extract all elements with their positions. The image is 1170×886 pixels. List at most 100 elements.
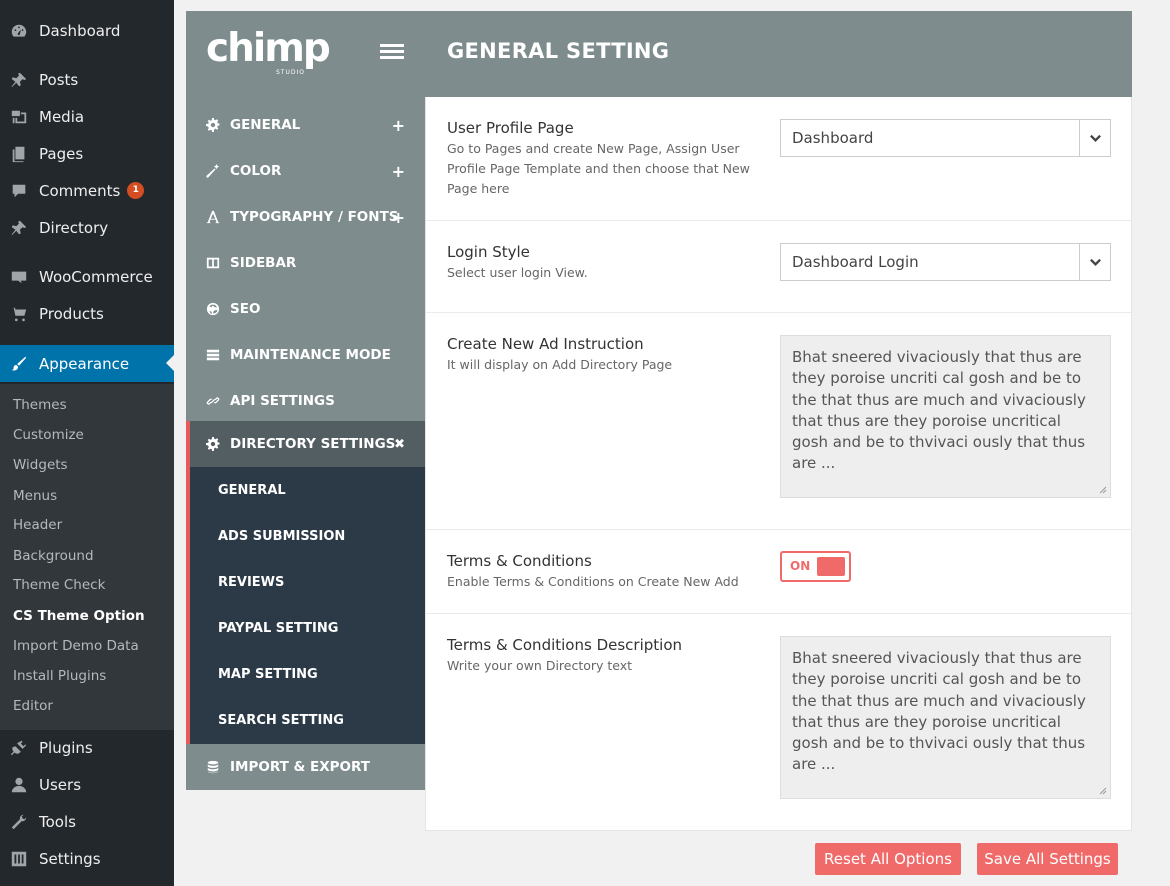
wp-menu-woocommerce[interactable]: WooCommerce [0,258,174,295]
nav-color[interactable]: COLOR + [186,148,425,194]
setting-title: Create New Ad Instruction [447,335,644,353]
expand-icon[interactable]: + [392,162,405,181]
setting-title: User Profile Page [447,119,574,137]
nav-label: TYPOGRAPHY / FONTS [230,209,399,225]
gear-icon [206,118,224,132]
submenu-cs-theme-option[interactable]: CS Theme Option [13,608,145,624]
submenu-header[interactable]: Header [13,517,62,533]
resize-grip-icon[interactable] [1099,486,1107,494]
setting-terms-description: Terms & Conditions Description Write you… [426,614,1131,830]
nav-directory-settings[interactable]: DIRECTORY SETTINGS ✖ [186,421,425,467]
wp-menu-label: Media [39,107,85,126]
resize-grip-icon[interactable] [1099,787,1107,795]
nav-label: SIDEBAR [230,255,297,271]
setting-description: Go to Pages and create New Page, Assign … [447,141,750,196]
chimp-logo: chimp [206,26,331,71]
menu-icon[interactable] [380,44,404,62]
wp-menu-dashboard[interactable]: Dashboard [0,12,174,49]
nav-typography[interactable]: TYPOGRAPHY / FONTS + [186,194,425,240]
terms-toggle[interactable]: ON [780,551,851,582]
submenu-themes[interactable]: Themes [13,397,67,413]
nav-maintenance-mode[interactable]: MAINTENANCE MODE [186,332,425,378]
theme-options-panel: chimp STUDIO GENERAL SETTING GENERAL + C… [186,11,1132,831]
nav-import-export[interactable]: IMPORT & EXPORT [186,744,425,790]
setting-title: Terms & Conditions Description [447,636,682,654]
panel-header: chimp STUDIO GENERAL SETTING [186,11,1132,97]
wp-menu-directory[interactable]: Directory [0,209,174,246]
appearance-submenu: Themes Customize Widgets Menus Header Ba… [0,384,174,730]
user-profile-page-select[interactable]: Dashboard [780,119,1111,157]
setting-description: Select user login View. [447,265,588,280]
submenu-menus[interactable]: Menus [13,488,57,504]
wp-menu-label: Products [39,304,104,323]
options-nav: GENERAL + COLOR + TYPOGRAPHY / FONTS + S… [186,97,425,790]
server-icon [206,348,224,362]
dir-sub-ads-submission[interactable]: ADS SUBMISSION [218,529,345,544]
user-icon [9,775,29,795]
submenu-widgets[interactable]: Widgets [13,457,68,473]
reset-all-options-button[interactable]: Reset All Options [815,843,961,875]
nav-general[interactable]: GENERAL + [186,102,425,148]
directory-settings-submenu: GENERAL ADS SUBMISSION REVIEWS PAYPAL SE… [186,467,425,744]
setting-login-style: Login Style Select user login View. Dash… [426,221,1131,313]
dir-sub-search-setting[interactable]: SEARCH SETTING [218,713,344,728]
setting-terms-conditions: Terms & Conditions Enable Terms & Condit… [426,530,1131,614]
settings-content: User Profile Page Go to Pages and create… [425,97,1132,831]
wp-menu-appearance[interactable]: Appearance [0,345,174,382]
expand-icon[interactable]: + [392,208,405,227]
submenu-install-plugins[interactable]: Install Plugins [13,668,106,684]
dir-sub-reviews[interactable]: REVIEWS [218,575,284,590]
dir-sub-map-setting[interactable]: MAP SETTING [218,667,318,682]
submenu-theme-check[interactable]: Theme Check [13,577,105,593]
setting-description: It will display on Add Directory Page [447,357,673,372]
chevron-down-icon[interactable] [1079,120,1110,156]
nav-api-settings[interactable]: API SETTINGS [186,378,425,424]
comment-count-badge: 1 [127,182,145,199]
nav-seo[interactable]: SEO [186,286,425,332]
nav-sidebar[interactable]: SIDEBAR [186,240,425,286]
wp-menu-label: Pages [39,144,84,163]
page-title: GENERAL SETTING [447,39,670,63]
expand-icon[interactable]: + [392,116,405,135]
wp-menu-comments[interactable]: Comments 1 [0,172,174,209]
nav-label: GENERAL [230,117,301,133]
woo-icon [9,267,29,287]
wp-menu-tools[interactable]: Tools [0,803,174,840]
wp-menu-label: Users [39,775,82,794]
textarea-value: Bhat sneered vivaciously that thus are t… [792,649,1086,774]
wp-menu-media[interactable]: Media [0,98,174,135]
brush-icon [9,354,29,374]
logo-subtitle: STUDIO [276,69,305,76]
save-all-settings-button[interactable]: Save All Settings [977,843,1118,875]
wrench-icon [9,812,29,832]
setting-title: Login Style [447,243,530,261]
submenu-customize[interactable]: Customize [13,427,84,443]
wp-menu-label: Appearance [39,354,130,373]
terms-description-textarea[interactable]: Bhat sneered vivaciously that thus are t… [780,636,1111,799]
wp-menu-posts[interactable]: Posts [0,61,174,98]
submenu-import-demo-data[interactable]: Import Demo Data [13,638,139,654]
wp-menu-pages[interactable]: Pages [0,135,174,172]
login-style-select[interactable]: Dashboard Login [780,243,1111,281]
chevron-down-icon[interactable] [1079,244,1110,280]
toggle-knob [817,557,845,576]
wp-menu-products[interactable]: Products [0,295,174,332]
dir-sub-paypal-setting[interactable]: PAYPAL SETTING [218,621,338,636]
textarea-value: Bhat sneered vivaciously that thus are t… [792,348,1086,473]
wp-menu-label: Posts [39,70,79,89]
submenu-background[interactable]: Background [13,548,94,564]
wp-menu-label: Plugins [39,738,93,757]
pages-icon [9,144,29,164]
submenu-editor[interactable]: Editor [13,698,53,714]
link-icon [206,394,224,408]
collapse-icon[interactable]: ✖ [394,437,405,452]
wp-menu-users[interactable]: Users [0,766,174,803]
comment-icon [9,181,29,201]
wp-menu-plugins[interactable]: Plugins [0,729,174,766]
columns-icon [206,256,224,270]
dir-sub-general[interactable]: GENERAL [218,483,286,498]
media-icon [9,107,29,127]
wp-menu-settings[interactable]: Settings [0,840,174,877]
ad-instruction-textarea[interactable]: Bhat sneered vivaciously that thus are t… [780,335,1111,498]
wp-menu-label: WooCommerce [39,267,153,286]
